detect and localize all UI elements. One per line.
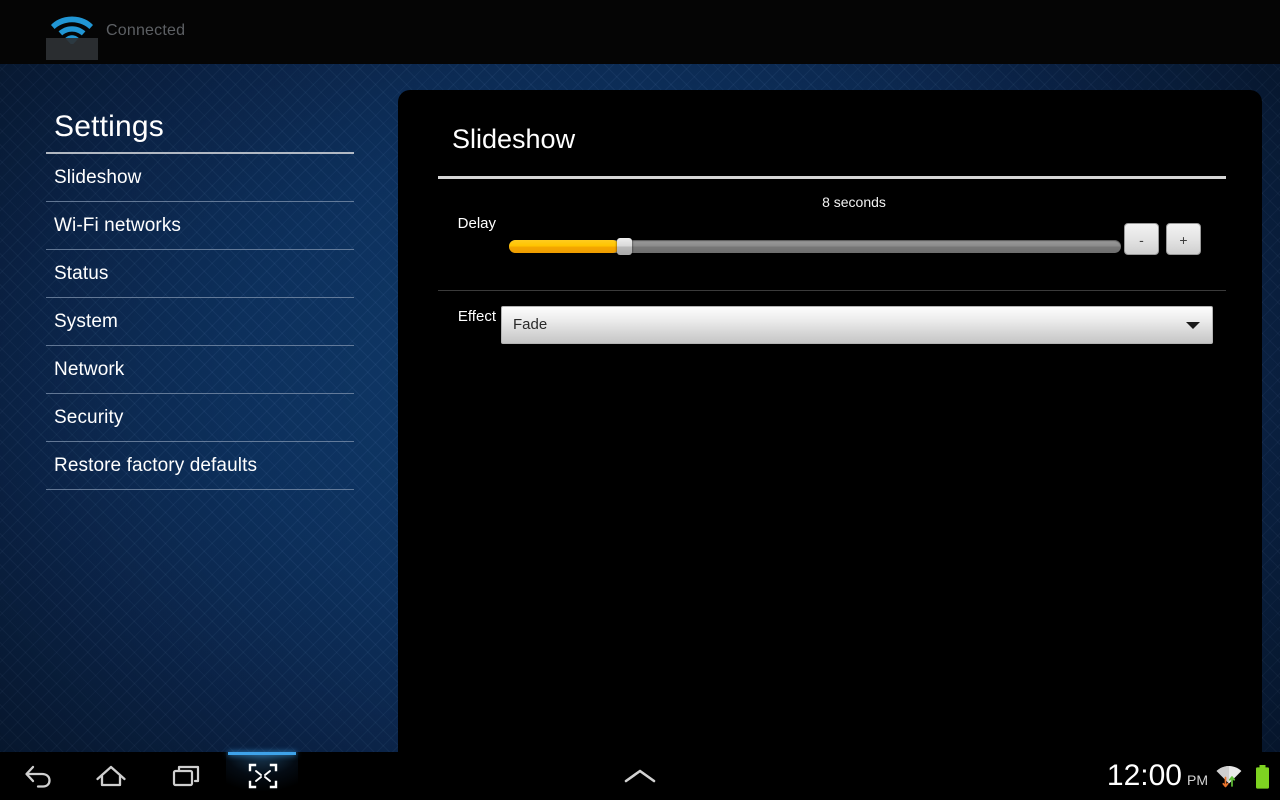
connection-status-label: Connected (106, 22, 186, 39)
delay-slider[interactable] (509, 238, 1121, 255)
effect-label: Effect (457, 308, 496, 325)
sidebar-item-slideshow[interactable]: Slideshow (46, 154, 354, 201)
settings-sidebar: Settings Slideshow Wi-Fi networks Status… (46, 110, 354, 490)
slideshow-settings-panel: Slideshow 8 seconds Delay - + Effect Fad… (398, 90, 1262, 752)
panel-title-rule (438, 176, 1226, 179)
sidebar-item-restore-factory-defaults[interactable]: Restore factory defaults (46, 442, 354, 489)
settings-row-divider (438, 290, 1226, 291)
delay-value-label: 8 seconds (822, 194, 886, 210)
wifi-icon-base-bar (46, 38, 98, 60)
clock-ampm: PM (1187, 772, 1208, 788)
sidebar-item-status[interactable]: Status (46, 250, 354, 297)
home-icon[interactable] (74, 752, 148, 800)
system-clock[interactable]: 12:00 PM (1107, 752, 1208, 800)
sidebar-divider (46, 249, 354, 250)
recent-apps-icon[interactable] (150, 752, 224, 800)
sidebar-divider (46, 201, 354, 202)
top-status-bar: Connected (0, 0, 1280, 64)
sidebar-divider (46, 297, 354, 298)
sidebar-item-security[interactable]: Security (46, 394, 354, 441)
sidebar-title: Settings (54, 110, 164, 143)
sidebar-divider (46, 345, 354, 346)
delay-decrement-button[interactable]: - (1124, 223, 1159, 255)
chevron-up-icon[interactable] (603, 752, 677, 800)
sidebar-title-rule (46, 152, 354, 154)
battery-full-icon (1255, 765, 1270, 789)
effect-selected-value: Fade (513, 316, 548, 333)
sidebar-item-system[interactable]: System (46, 298, 354, 345)
shrink-screen-icon[interactable] (226, 752, 300, 800)
tablet-screen: Connected Settings Slideshow Wi-Fi netwo… (0, 0, 1280, 800)
delay-increment-button[interactable]: + (1166, 223, 1201, 255)
effect-dropdown[interactable]: Fade (501, 306, 1213, 344)
clock-time: 12:00 (1106, 759, 1182, 792)
sidebar-item-wifi-networks[interactable]: Wi-Fi networks (46, 202, 354, 249)
sidebar-item-network[interactable]: Network (46, 346, 354, 393)
page-title: Slideshow (452, 124, 576, 154)
system-navigation-bar: 12:00 PM (0, 752, 1280, 800)
chevron-down-icon (1186, 322, 1200, 329)
wifi-signal-icon (1216, 764, 1242, 788)
delay-slider-thumb[interactable] (617, 238, 632, 255)
back-arrow-icon[interactable] (2, 752, 76, 800)
sidebar-divider (46, 393, 354, 394)
delay-slider-fill (509, 240, 619, 253)
sidebar-divider (46, 489, 354, 490)
delay-label: Delay (457, 215, 496, 232)
wifi-icon (46, 6, 98, 60)
sidebar-divider (46, 441, 354, 442)
